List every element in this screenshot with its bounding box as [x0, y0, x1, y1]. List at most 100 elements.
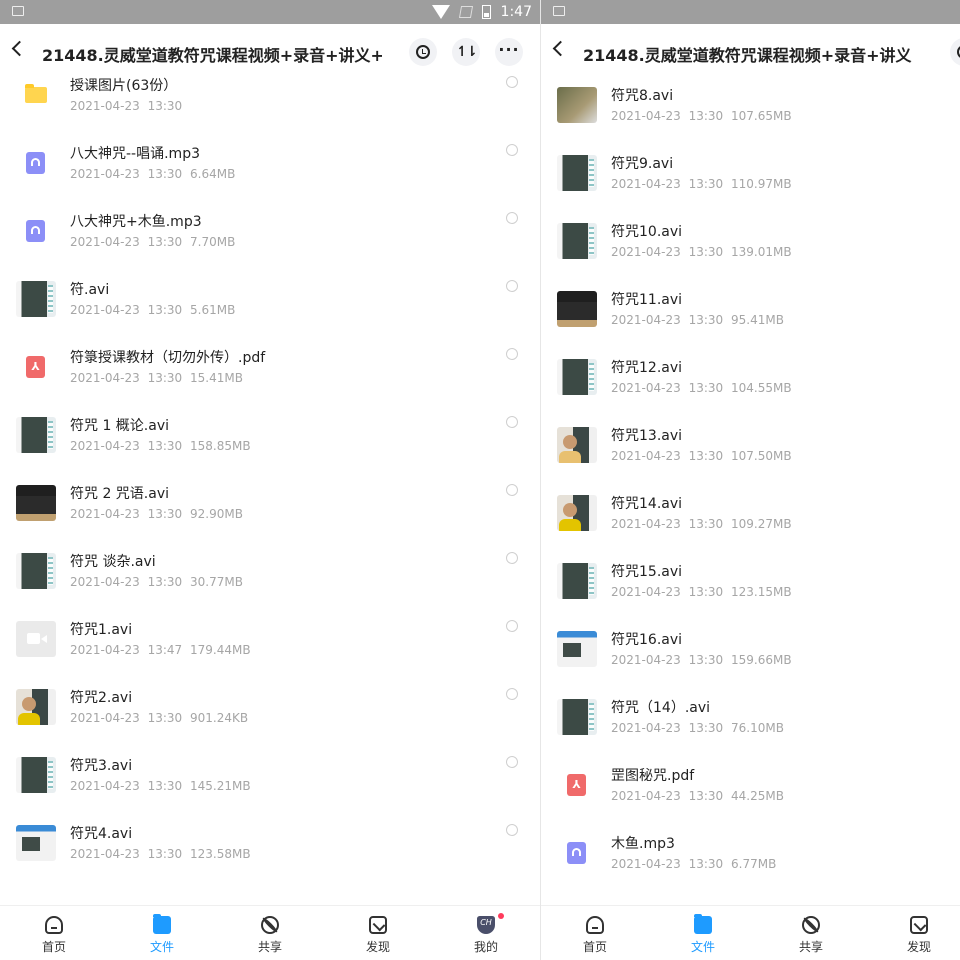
nav-discover[interactable]: 发现 — [889, 916, 949, 955]
file-meta: 2021-04-23 13:30 123.58MB — [70, 847, 251, 861]
file-time: 13:30 — [688, 109, 724, 123]
file-time: 13:30 — [147, 847, 183, 861]
file-row[interactable]: 木鱼.mp3 2021-04-23 13:30 6.77MB — [541, 822, 960, 890]
nav-files[interactable]: 文件 — [673, 914, 733, 955]
video-thumbnail — [557, 155, 597, 191]
nav-home[interactable]: 首页 — [565, 916, 625, 955]
select-radio[interactable] — [506, 212, 518, 224]
file-time: 13:30 — [688, 789, 724, 803]
file-row[interactable]: 八大神咒--唱诵.mp3 2021-04-23 13:30 6.64MB — [0, 132, 540, 200]
file-row[interactable]: 符咒12.avi 2021-04-23 13:30 104.55MB — [541, 346, 960, 414]
file-row[interactable]: 符咒2.avi 2021-04-23 13:30 901.24KB — [0, 676, 540, 744]
nav-share[interactable]: 共享 — [781, 916, 841, 955]
select-radio[interactable] — [506, 280, 518, 292]
select-radio[interactable] — [506, 824, 518, 836]
video-thumbnail — [16, 757, 56, 793]
file-size: 44.25MB — [731, 789, 784, 803]
file-meta: 2021-04-23 13:30 123.15MB — [611, 585, 792, 599]
file-time: 13:30 — [147, 575, 183, 589]
more-button[interactable]: ··· — [495, 38, 523, 66]
status-time: 1:47 — [500, 4, 532, 20]
select-radio[interactable] — [506, 348, 518, 360]
file-date: 2021-04-23 — [611, 789, 681, 803]
history-button[interactable] — [950, 38, 960, 66]
sort-button[interactable]: ↿⇂ — [452, 38, 480, 66]
file-row[interactable]: 符咒13.avi 2021-04-23 13:30 107.50MB — [541, 414, 960, 482]
nav-share-label: 共享 — [257, 940, 282, 954]
file-meta: 2021-04-23 13:30 107.65MB — [611, 109, 792, 123]
file-row[interactable]: 符咒 1 概论.avi 2021-04-23 13:30 158.85MB — [0, 404, 540, 472]
select-radio[interactable] — [506, 144, 518, 156]
file-time: 13:30 — [688, 653, 724, 667]
file-row[interactable]: 符咒9.avi 2021-04-23 13:30 110.97MB — [541, 142, 960, 210]
select-radio[interactable] — [506, 416, 518, 428]
wifi-icon — [431, 5, 450, 19]
file-row[interactable]: 符咒3.avi 2021-04-23 13:30 145.21MB — [0, 744, 540, 812]
nav-mine[interactable]: CH 我的 — [456, 913, 516, 955]
file-row[interactable]: 符咒4.avi 2021-04-23 13:30 123.58MB — [0, 812, 540, 880]
file-time: 13:30 — [147, 779, 183, 793]
file-meta: 2021-04-23 13:30 44.25MB — [611, 789, 784, 803]
bottom-navigation: 首页 文件 共享 发现 CH 我的 — [0, 905, 540, 960]
file-size: 901.24KB — [190, 711, 249, 725]
nav-share[interactable]: 共享 — [240, 916, 300, 955]
file-row[interactable]: 符咒14.avi 2021-04-23 13:30 109.27MB — [541, 482, 960, 550]
history-button[interactable] — [409, 38, 437, 66]
file-name: 符箓授课教材（切勿外传）.pdf — [70, 350, 266, 366]
file-date: 2021-04-23 — [611, 857, 681, 871]
battery-icon — [481, 5, 491, 19]
back-arrow-icon[interactable] — [552, 40, 569, 57]
nav-home[interactable]: 首页 — [24, 916, 84, 955]
more-icon: ··· — [498, 39, 520, 59]
file-row[interactable]: 符咒10.avi 2021-04-23 13:30 139.01MB — [541, 210, 960, 278]
file-size: 109.27MB — [731, 517, 792, 531]
file-meta: 2021-04-23 13:30 109.27MB — [611, 517, 792, 531]
folder-title: 21448.灵威堂道教符咒课程视频+录音+讲义+... — [42, 46, 382, 65]
home-icon — [45, 916, 63, 934]
file-meta: 2021-04-23 13:30 15.41MB — [70, 371, 243, 385]
select-radio[interactable] — [506, 756, 518, 768]
video-thumbnail — [557, 699, 597, 735]
file-row[interactable]: ⅄ 符箓授课教材（切勿外传）.pdf 2021-04-23 13:30 15.41M… — [0, 336, 540, 404]
file-name: 符咒3.avi — [70, 758, 133, 774]
back-arrow-icon[interactable] — [11, 40, 28, 57]
image-notification-icon — [12, 6, 24, 16]
file-row[interactable]: 符咒1.avi 2021-04-23 13:47 179.44MB — [0, 608, 540, 676]
file-row[interactable]: 八大神咒+木鱼.mp3 2021-04-23 13:30 7.70MB — [0, 200, 540, 268]
file-date: 2021-04-23 — [611, 381, 681, 395]
file-row[interactable]: 符咒 2 咒语.avi 2021-04-23 13:30 92.90MB — [0, 472, 540, 540]
select-radio[interactable] — [506, 552, 518, 564]
file-date: 2021-04-23 — [611, 653, 681, 667]
select-radio[interactable] — [506, 484, 518, 496]
home-icon — [586, 916, 604, 934]
file-size: 107.65MB — [731, 109, 792, 123]
file-row[interactable]: 符咒15.avi 2021-04-23 13:30 123.15MB — [541, 550, 960, 618]
select-radio[interactable] — [506, 620, 518, 632]
file-row[interactable]: 符咒（14）.avi 2021-04-23 13:30 76.10MB — [541, 686, 960, 754]
file-time: 13:30 — [688, 245, 724, 259]
nav-files[interactable]: 文件 — [132, 914, 192, 955]
file-row[interactable]: 符咒16.avi 2021-04-23 13:30 159.66MB — [541, 618, 960, 686]
share-icon — [802, 916, 820, 934]
file-row[interactable]: 符咒11.avi 2021-04-23 13:30 95.41MB — [541, 278, 960, 346]
file-name: 符.avi — [70, 282, 110, 298]
audio-file-icon — [16, 145, 56, 181]
file-size: 7.70MB — [190, 235, 236, 249]
file-time: 13:30 — [147, 439, 183, 453]
select-radio[interactable] — [506, 76, 518, 88]
file-row[interactable]: 符咒8.avi 2021-04-23 13:30 107.65MB — [541, 74, 960, 142]
file-size: 145.21MB — [190, 779, 251, 793]
video-thumbnail — [557, 291, 597, 327]
file-row[interactable]: ⅄ 罡图秘咒.pdf 2021-04-23 13:30 44.25MB — [541, 754, 960, 822]
select-radio[interactable] — [506, 688, 518, 700]
file-date: 2021-04-23 — [70, 303, 140, 317]
file-row[interactable]: 授课图片(63份） 2021-04-23 13:30 — [0, 64, 540, 132]
nav-discover[interactable]: 发现 — [348, 916, 408, 955]
folder-title: 21448.灵威堂道教符咒课程视频+录音+讲义+... — [583, 46, 913, 65]
file-meta: 2021-04-23 13:30 139.01MB — [611, 245, 792, 259]
file-size: 159.66MB — [731, 653, 792, 667]
file-row[interactable]: 符咒 谈杂.avi 2021-04-23 13:30 30.77MB — [0, 540, 540, 608]
pdf-file-icon: ⅄ — [557, 767, 597, 803]
file-row[interactable]: 符.avi 2021-04-23 13:30 5.61MB — [0, 268, 540, 336]
audio-file-icon — [557, 835, 597, 871]
